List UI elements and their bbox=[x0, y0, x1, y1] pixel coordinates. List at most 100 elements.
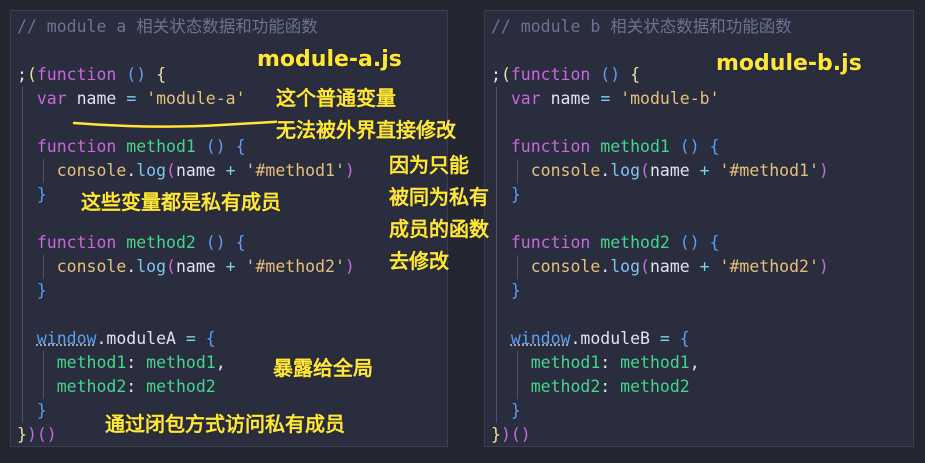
code-token: { bbox=[709, 137, 720, 156]
code-token: () bbox=[126, 65, 147, 84]
code-line: })() bbox=[491, 423, 531, 447]
code-token: . bbox=[570, 329, 581, 348]
code-token: ; bbox=[17, 65, 27, 84]
code-token: { bbox=[205, 329, 216, 348]
code-token: ) bbox=[344, 161, 355, 180]
code-token: { bbox=[235, 137, 246, 156]
code-token: )() bbox=[26, 425, 57, 444]
code-line: function method2 () { bbox=[491, 231, 720, 255]
code-token: name bbox=[649, 257, 690, 276]
annotation-expose-global: 暴露给全局 bbox=[273, 356, 373, 380]
annotation-closure-access: 通过闭包方式访问私有成员 bbox=[105, 412, 345, 436]
code-token: + bbox=[699, 257, 710, 276]
code-line: ;(function () { bbox=[491, 63, 640, 87]
code-token: ) bbox=[818, 257, 829, 276]
code-token: = bbox=[185, 329, 196, 348]
code-token: function bbox=[510, 233, 591, 252]
code-token: ( bbox=[500, 65, 511, 84]
code-line: var name = 'module-b' bbox=[491, 87, 720, 111]
code-token: '#method2' bbox=[719, 257, 819, 276]
code-line: })() bbox=[17, 423, 57, 447]
code-token: 'module-a' bbox=[146, 89, 246, 108]
code-line: console.log(name + '#method1') bbox=[17, 159, 355, 183]
code-token: : bbox=[600, 353, 611, 372]
code-token: + bbox=[699, 161, 710, 180]
code-token: function bbox=[36, 233, 117, 252]
code-token: { bbox=[235, 233, 246, 252]
code-token: method1 bbox=[620, 353, 690, 372]
code-token: name bbox=[649, 161, 690, 180]
code-token: ) bbox=[344, 257, 355, 276]
indent-guide bbox=[22, 87, 24, 423]
code-token: . bbox=[600, 257, 611, 276]
code-token: . bbox=[126, 161, 137, 180]
code-token: )() bbox=[500, 425, 531, 444]
code-token: { bbox=[709, 233, 720, 252]
code-token: ( bbox=[640, 257, 650, 276]
code-token: ( bbox=[166, 257, 176, 276]
code-token: name bbox=[175, 257, 216, 276]
code-token: function bbox=[36, 137, 117, 156]
code-token: } bbox=[36, 401, 47, 420]
code-token: window bbox=[510, 329, 571, 348]
code-token: log bbox=[610, 161, 641, 180]
code-token: ( bbox=[26, 65, 37, 84]
code-token: = bbox=[126, 89, 137, 108]
code-token: } bbox=[510, 401, 521, 420]
code-token: method2 bbox=[56, 377, 127, 396]
code-token: method1 bbox=[56, 353, 127, 372]
annotation-no-direct-edit: 无法被外界直接修改 bbox=[276, 118, 456, 142]
code-token: + bbox=[225, 257, 236, 276]
code-token: { bbox=[630, 65, 641, 84]
code-token: name bbox=[76, 89, 117, 108]
indent-guide bbox=[496, 87, 498, 423]
code-token: } bbox=[17, 425, 27, 444]
code-token: moduleB bbox=[580, 329, 650, 348]
code-token: method2 bbox=[126, 233, 196, 252]
code-token: window bbox=[36, 329, 97, 348]
code-token: method2 bbox=[600, 233, 670, 252]
annotation-private-members: 这些变量都是私有成员 bbox=[81, 190, 281, 214]
editor-pane-module-b[interactable]: // module b 相关状态数据和功能函数 ;(function () { v… bbox=[484, 10, 914, 447]
code-line: window.moduleB = { bbox=[491, 327, 690, 351]
editor-pane-module-a[interactable]: // module a 相关状态数据和功能函数 ;(function () { v… bbox=[10, 10, 489, 447]
code-line: // module a 相关状态数据和功能函数 bbox=[17, 15, 318, 39]
code-line: method1: method1, bbox=[491, 351, 700, 375]
annotation-only-by-private: 因为只能 被同为私有 成员的函数 去修改 bbox=[389, 153, 489, 273]
code-token: ; bbox=[491, 65, 501, 84]
code-token: { bbox=[156, 65, 167, 84]
code-token: : bbox=[126, 353, 137, 372]
code-line: console.log(name + '#method1') bbox=[491, 159, 829, 183]
code-token: method1 bbox=[530, 353, 601, 372]
